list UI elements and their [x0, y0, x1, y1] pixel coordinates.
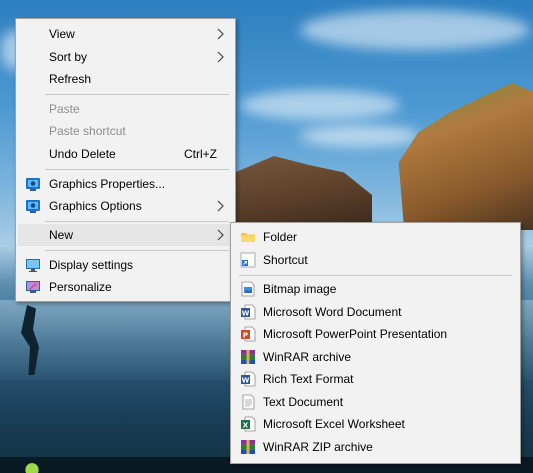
menu-item-label: WinRAR archive: [263, 350, 352, 364]
taskbar-app-icon[interactable]: [22, 457, 42, 473]
wallpaper-cloud: [300, 125, 420, 147]
new-folder-item[interactable]: Folder: [233, 226, 518, 248]
menu-item-label: Microsoft Word Document: [263, 305, 402, 319]
menu-item-label: Bitmap image: [263, 282, 337, 296]
folder-icon: [241, 233, 255, 242]
chevron-right-icon: [217, 51, 224, 63]
wallpaper-cloud: [240, 90, 400, 120]
intel-graphics-icon: [26, 200, 40, 213]
shortcut-icon: [240, 252, 256, 268]
menu-separator: [239, 275, 512, 276]
display-icon: [26, 259, 40, 272]
menu-item-display-settings[interactable]: Display settings: [18, 254, 233, 276]
menu-item-label: Display settings: [49, 258, 134, 272]
menu-item-label: Graphics Properties...: [49, 177, 166, 191]
rtf-icon: W: [241, 371, 256, 387]
menu-item-view[interactable]: View: [18, 23, 233, 45]
menu-item-label: Sort by: [49, 50, 88, 64]
desktop-context-menu: View Sort by Refresh Paste Paste shortcu…: [15, 18, 236, 302]
new-shortcut-item[interactable]: Shortcut: [233, 249, 518, 271]
menu-separator: [45, 221, 229, 222]
menu-item-label: Folder: [263, 230, 298, 244]
svg-text:P: P: [243, 331, 248, 339]
menu-item-label: Microsoft PowerPoint Presentation: [263, 327, 448, 341]
menu-item-new[interactable]: New: [18, 224, 233, 246]
menu-item-paste-shortcut: Paste shortcut: [18, 120, 233, 142]
chevron-right-icon: [217, 200, 224, 212]
new-bitmap-item[interactable]: Bitmap image: [233, 278, 518, 300]
menu-item-label: New: [49, 228, 74, 242]
word-icon: W: [241, 304, 256, 320]
chevron-right-icon: [217, 229, 224, 241]
menu-item-graphics-options[interactable]: Graphics Options: [18, 195, 233, 217]
menu-item-refresh[interactable]: Refresh: [18, 68, 233, 90]
menu-item-label: Refresh: [49, 72, 92, 86]
new-text-document-item[interactable]: Text Document: [233, 391, 518, 413]
text-document-icon: [242, 394, 255, 410]
personalize-icon: [26, 281, 40, 293]
new-winrar-zip-item[interactable]: WinRAR ZIP archive: [233, 436, 518, 458]
new-powerpoint-item[interactable]: P Microsoft PowerPoint Presentation: [233, 323, 518, 345]
menu-item-label: WinRAR ZIP archive: [263, 440, 373, 454]
menu-item-label: Paste: [49, 102, 80, 116]
menu-item-sort-by[interactable]: Sort by: [18, 46, 233, 68]
menu-item-personalize[interactable]: Personalize: [18, 276, 233, 298]
wallpaper-rock: [232, 156, 372, 225]
new-rich-text-item[interactable]: W Rich Text Format: [233, 368, 518, 390]
menu-item-label: Undo Delete: [49, 147, 116, 161]
menu-item-graphics-properties[interactable]: Graphics Properties...: [18, 173, 233, 195]
wallpaper-rock: [398, 83, 533, 230]
new-excel-worksheet-item[interactable]: X Microsoft Excel Worksheet: [233, 413, 518, 435]
new-winrar-archive-item[interactable]: WinRAR archive: [233, 346, 518, 368]
winrar-zip-icon: [241, 440, 255, 454]
chevron-right-icon: [217, 28, 224, 40]
menu-item-label: Paste shortcut: [49, 124, 126, 138]
wallpaper-cloud: [300, 10, 530, 50]
svg-text:W: W: [242, 376, 250, 384]
menu-separator: [45, 169, 229, 170]
new-word-document-item[interactable]: W Microsoft Word Document: [233, 301, 518, 323]
excel-icon: X: [241, 416, 256, 432]
menu-item-paste: Paste: [18, 98, 233, 120]
svg-text:X: X: [243, 421, 249, 429]
winrar-icon: [241, 350, 255, 364]
new-submenu: Folder Shortcut Bitmap image W Microsoft…: [230, 222, 521, 464]
menu-item-label: Graphics Options: [49, 199, 142, 213]
intel-graphics-icon: [26, 178, 40, 191]
menu-separator: [45, 94, 229, 95]
keyboard-shortcut: Ctrl+Z: [184, 147, 217, 161]
menu-item-label: View: [49, 27, 75, 41]
svg-text:W: W: [242, 309, 250, 317]
menu-item-label: Microsoft Excel Worksheet: [263, 417, 405, 431]
menu-item-label: Text Document: [263, 395, 344, 409]
menu-item-label: Personalize: [49, 280, 112, 294]
menu-item-label: Rich Text Format: [263, 372, 354, 386]
powerpoint-icon: P: [241, 326, 256, 342]
menu-item-label: Shortcut: [263, 253, 308, 267]
bitmap-icon: [241, 281, 255, 297]
menu-separator: [45, 250, 229, 251]
menu-item-undo-delete[interactable]: Undo Delete Ctrl+Z: [18, 143, 233, 165]
